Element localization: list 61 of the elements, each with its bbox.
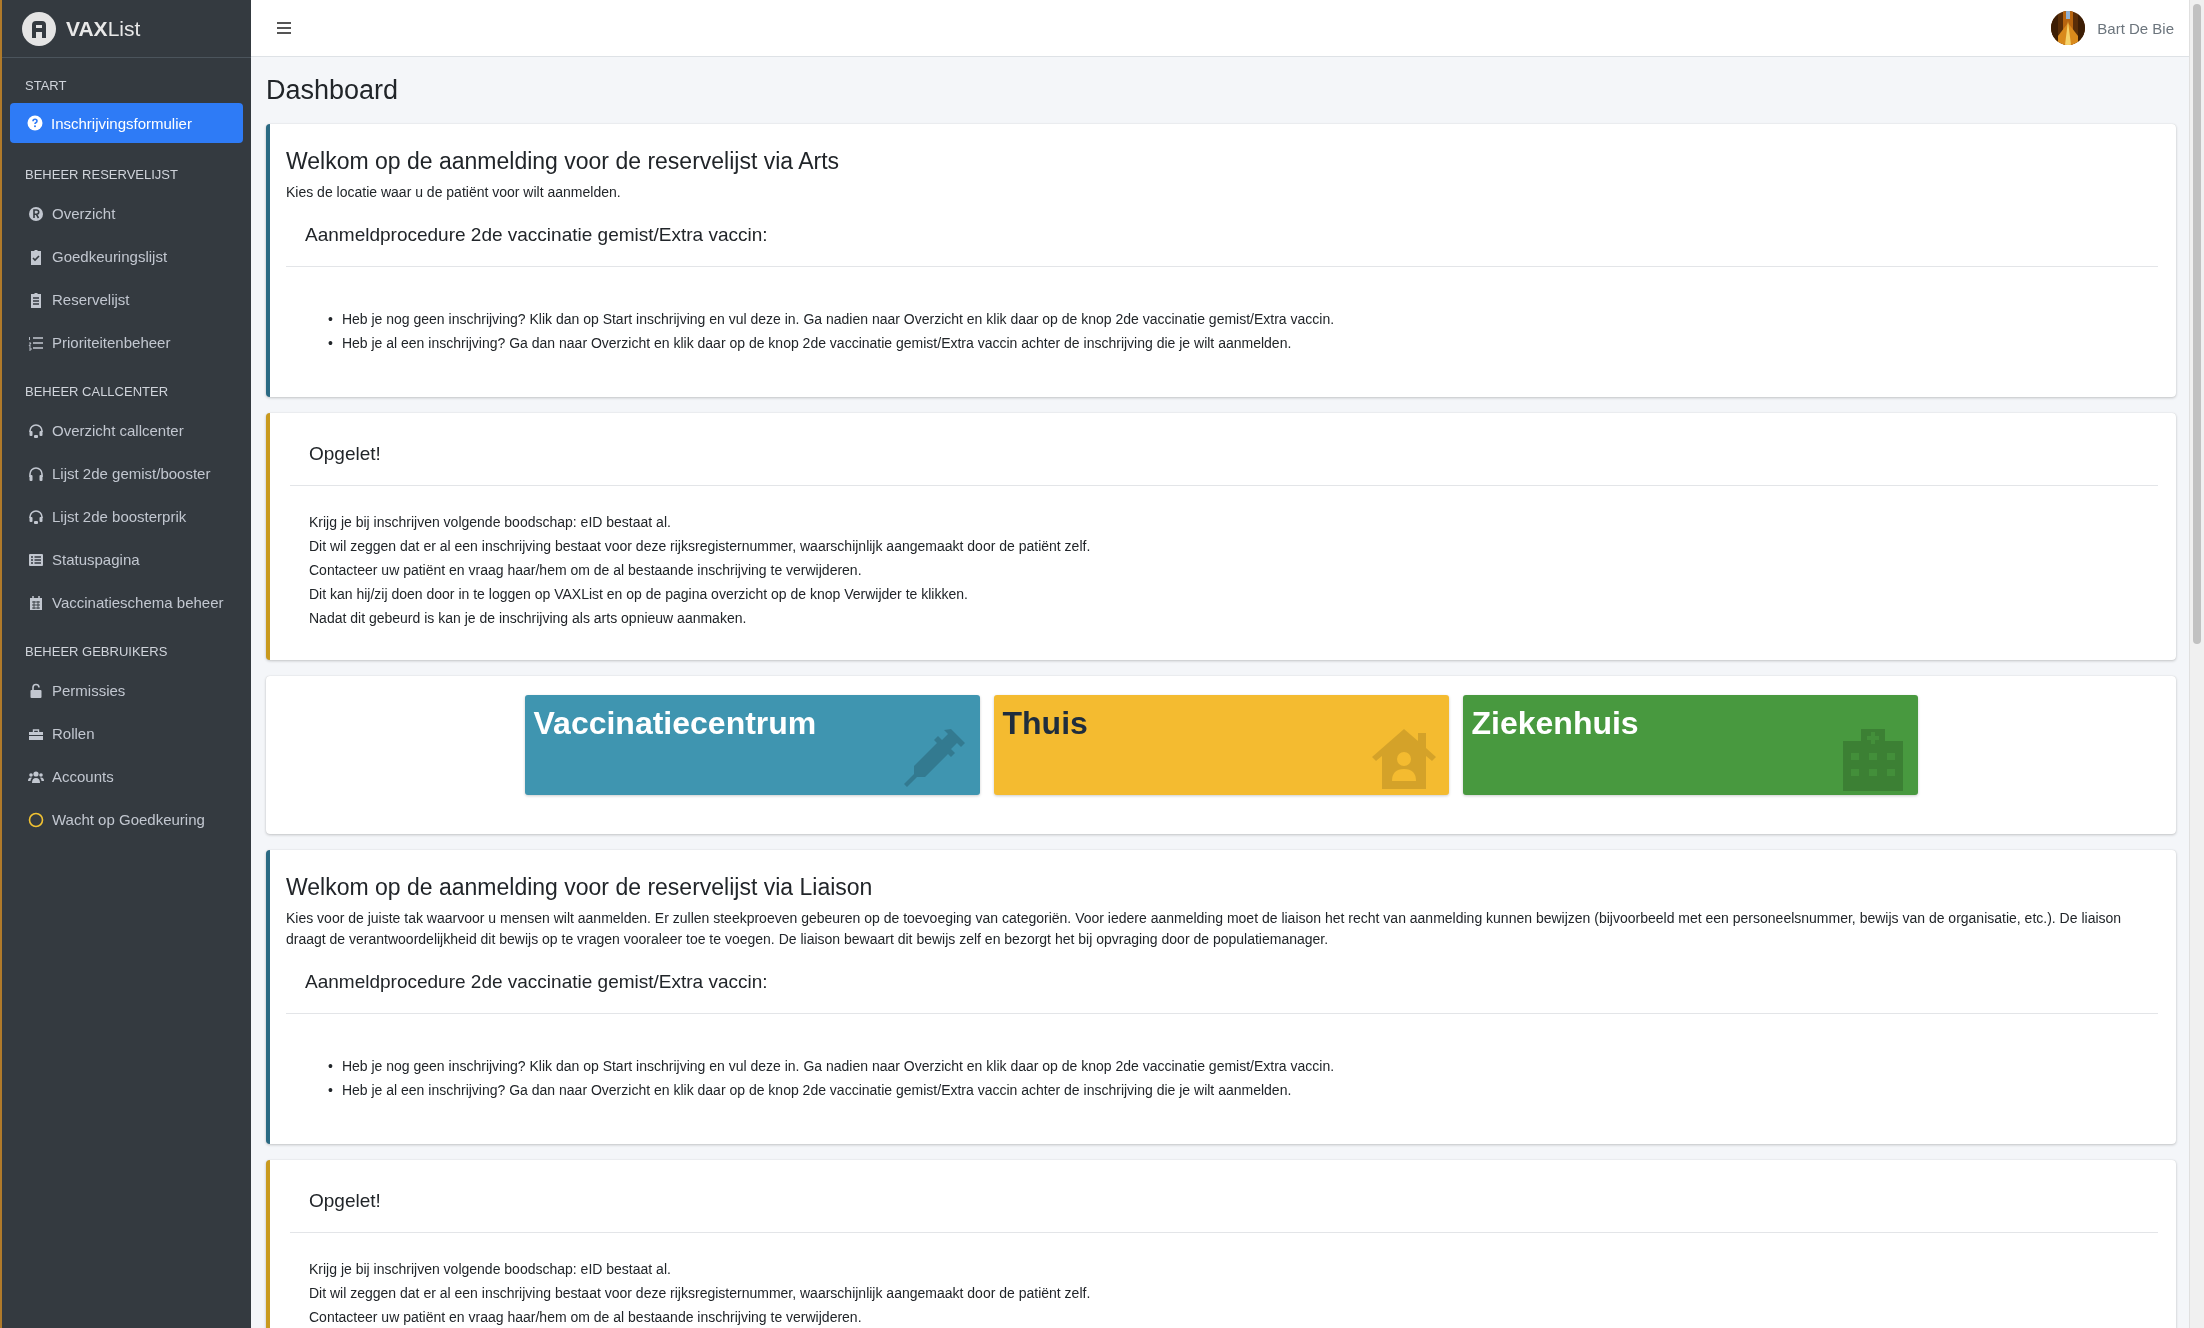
instruction-item: Heb je nog geen inschrijving? Klik dan op Start inschrijving en vul deze in. Ga nadien naar Overzicht en klik daar op de knop 2de vaccinatie gemist/Extra vaccin. — [341, 1056, 1335, 1076]
location-tile[interactable]: Thuis — [993, 695, 1449, 796]
sidebar-item[interactable]: Rollen — [10, 712, 243, 755]
card-intro: Kies de locatie waar u de patiënt voor wilt aanmelden. — [286, 183, 622, 202]
sidebar-item[interactable]: Lijst 2de gemist/booster — [10, 452, 243, 495]
sidebar-item[interactable]: Lijst 2de boosterprik — [10, 495, 243, 538]
sidebar-item[interactable]: Vaccinatieschema beheer — [10, 581, 243, 624]
sidebar-item[interactable]: Reservelijst — [10, 278, 243, 321]
users-icon — [28, 768, 44, 785]
section-header: START — [24, 77, 68, 95]
sidebar-item[interactable]: Overzicht — [10, 192, 243, 235]
warning-text: Nadat dit gebeurd is kan je de inschrijving als arts opnieuw aanmaken. — [309, 609, 748, 629]
warning-text: Contacteer uw patiënt en vraag haar/hem om de al bestaande inschrijving te verwijderen. — [309, 1307, 863, 1327]
card-intro: Kies voor de juiste tak waarvoor u mensen wilt aanmelden. Er zullen steekproeven gebeuren op de toevoeging van categoriën. Voor iedere aanmelding moet de liaison het recht van aanmelding kunnen bewijzen (bijvoorbeeld met een personeelsnummer, bewijs van de organisatie, etc.). De liaison draagt de verantwoordelijkheid dit bewijs op te vragen vooraleer toe te voegen. De liaison bewaart dit bewijs zelf en bezorgt het bij opvraging door de populatiemanager. — [286, 909, 2123, 949]
card-title: Opgelet! — [309, 1189, 382, 1212]
question-icon — [27, 115, 43, 131]
instruction-item: Heb je nog geen inschrijving? Klik dan op Start inschrijving en vul deze in. Ga nadien naar Overzicht en klik daar op de knop 2de vaccinatie gemist/Extra vaccin. — [341, 310, 1335, 330]
bullet-mark: • — [328, 1056, 333, 1076]
warning-text: Dit wil zeggen dat er al een inschrijving bestaat voor deze rijksregisternummer, waarschijnlijk aangemaakt door de patiënt zelf. — [309, 537, 1092, 557]
section-header: BEHEER GEBRUIKERS — [24, 643, 169, 661]
sidebar-item[interactable]: Statuspagina — [10, 538, 243, 581]
user-name[interactable]: Bart De Bie — [2097, 19, 2174, 37]
card-title: Welkom op de aanmelding voor de reservelijst via Liaison — [286, 874, 874, 902]
warning-text: Dit wil zeggen dat er al een inschrijving bestaat voor deze rijksregisternummer, waarschijnlijk aangemaakt door de patiënt zelf. — [309, 1283, 1092, 1303]
sidebar-item[interactable]: Accounts — [10, 755, 243, 798]
hospital-icon — [1840, 727, 1905, 792]
sidebar-item[interactable]: Goedkeuringslijst — [10, 235, 243, 278]
procedure-heading: Aanmeldprocedure 2de vaccinatie gemist/Extra vaccin: — [305, 970, 769, 993]
warning-text: Dit kan hij/zij doen door in te loggen op VAXList en op de pagina overzicht op de knop Verwijder te klikken. — [309, 585, 969, 605]
clipcheck-icon — [28, 248, 44, 265]
warning-text: Krijg je bij inschrijven volgende boodschap: eID bestaat al. — [309, 1259, 672, 1279]
location-tile[interactable]: Ziekenhuis — [1462, 695, 1918, 796]
sidebar-item[interactable]: Wacht op Goedkeuring — [10, 798, 243, 841]
card-title: Welkom op de aanmelding voor de reservelijst via Arts — [286, 148, 841, 175]
warning-text: Contacteer uw patiënt en vraag haar/hem om de al bestaande inschrijving te verwijderen. — [309, 561, 863, 581]
menu-icon[interactable] — [276, 21, 292, 35]
headphones-icon — [28, 465, 44, 482]
ring-icon — [28, 811, 44, 828]
brand-name[interactable]: VAXList — [66, 16, 141, 41]
headset-icon — [28, 508, 44, 525]
section-header: BEHEER RESERVELIJST — [24, 166, 179, 184]
logo-icon — [22, 11, 56, 46]
instruction-item: Heb je al een inschrijving? Ga dan naar Overzicht en klik daar op de knop 2de vaccinatie gemist/Extra vaccin achter de inschrijving die je wilt aanmelden. — [341, 1080, 1292, 1100]
bullet-mark: • — [328, 334, 333, 354]
bullet-mark: • — [328, 1080, 333, 1100]
sidebar-item[interactable]: Permissies — [10, 669, 243, 712]
home-user-icon — [1371, 727, 1436, 792]
warning-text: Krijg je bij inschrijven volgende boodschap: eID bestaat al. — [309, 513, 672, 533]
bullet-mark: • — [328, 310, 333, 330]
headset-icon — [28, 422, 44, 439]
sidebar-item[interactable]: Prioriteitenbeheer — [10, 321, 243, 364]
sidebar-item[interactable]: Overzicht callcenter — [10, 409, 243, 452]
procedure-heading: Aanmeldprocedure 2de vaccinatie gemist/Extra vaccin: — [305, 224, 769, 247]
page-title: Dashboard — [266, 75, 400, 106]
calendar-icon — [28, 594, 44, 611]
section-header: BEHEER CALLCENTER — [24, 383, 170, 401]
unlock-icon — [28, 682, 44, 699]
cliplist-icon — [28, 291, 44, 308]
sidebar-item[interactable]: Inschrijvingsformulier — [10, 103, 243, 143]
instruction-item: Heb je al een inschrijving? Ga dan naar Overzicht en klik daar op de knop 2de vaccinatie gemist/Extra vaccin achter de inschrijving die je wilt aanmelden. — [341, 334, 1292, 354]
card-title: Opgelet! — [309, 443, 382, 466]
